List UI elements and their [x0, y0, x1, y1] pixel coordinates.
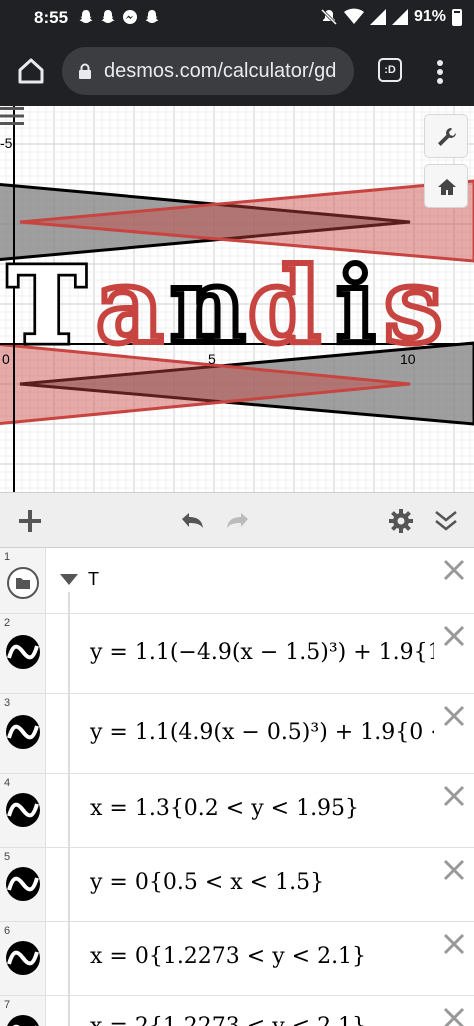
- graph-style-icon[interactable]: [5, 940, 41, 976]
- expression-math[interactable]: y = 1.1(−4.9(x − 1.5)³) + 1.9{1: [90, 640, 434, 665]
- folder-guide-line: [68, 996, 70, 1026]
- expression-number: 1: [4, 551, 11, 563]
- status-time: 8:55: [34, 8, 69, 27]
- expression-math[interactable]: x = 1.3{0.2 < y < 1.95}: [90, 796, 434, 821]
- close-icon[interactable]: [442, 624, 466, 648]
- folder-guide-line: [68, 848, 70, 922]
- plus-icon[interactable]: [16, 507, 44, 535]
- expression-toolbar: [0, 492, 474, 548]
- graph-settings-button[interactable]: [424, 114, 468, 158]
- expression-math[interactable]: x = 0{1.2273 < y < 2.1}: [90, 944, 434, 969]
- close-icon[interactable]: [442, 558, 466, 582]
- mute-icon: [320, 8, 338, 26]
- close-icon[interactable]: [442, 704, 466, 728]
- folder-guide-line: [68, 694, 70, 774]
- browser-toolbar: desmos.com/calculator/gd :D: [0, 36, 474, 106]
- tab-switcher-button[interactable]: :D: [378, 58, 402, 82]
- expression-number: 7: [4, 999, 11, 1011]
- expression-gutter[interactable]: 4: [0, 774, 46, 847]
- folder-icon[interactable]: [5, 565, 41, 601]
- lock-icon: [79, 63, 91, 79]
- expression-number: 5: [4, 851, 11, 863]
- redo-icon[interactable]: [224, 507, 252, 535]
- more-menu-icon[interactable]: [430, 58, 450, 86]
- expression-gutter[interactable]: 6: [0, 922, 46, 995]
- battery-percent: 91%: [413, 8, 446, 25]
- letter-a: a: [96, 244, 163, 367]
- letter-d: d: [248, 244, 321, 367]
- url-text[interactable]: desmos.com/calculator/gd: [104, 60, 350, 83]
- expression-gutter[interactable]: 2: [0, 614, 46, 693]
- y-tick-minus5: -5: [0, 135, 13, 151]
- tandis-lettering: T T a n d i s: [5, 241, 446, 371]
- expression-gutter[interactable]: 1: [0, 548, 46, 613]
- graph-canvas[interactable]: 0 5 10 -5 T T a n d i s: [0, 106, 474, 492]
- letter-s: s: [384, 244, 443, 367]
- letter-t-inner: T: [8, 244, 85, 367]
- graph-svg[interactable]: 0 5 10 -5 T T a n d i s: [0, 106, 474, 492]
- status-right: 91%: [320, 8, 462, 26]
- expression-folder[interactable]: 1 T: [0, 548, 474, 614]
- expression-gutter[interactable]: 7: [0, 996, 46, 1026]
- expression-number: 6: [4, 925, 11, 937]
- address-bar[interactable]: desmos.com/calculator/gd: [62, 47, 354, 95]
- wrench-icon: [438, 128, 456, 146]
- folder-guide-line: [68, 614, 70, 694]
- home-icon: [438, 179, 456, 195]
- expression-gutter[interactable]: 5: [0, 848, 46, 921]
- expression-row[interactable]: 5 y = 0{0.5 < x < 1.5}: [0, 848, 474, 922]
- close-icon[interactable]: [442, 858, 466, 882]
- folder-guide-line: [68, 922, 70, 996]
- letter-i: i: [336, 244, 376, 367]
- expression-row[interactable]: 3 y = 1.1(4.9(x − 0.5)³) + 1.9{0 <: [0, 694, 474, 774]
- expression-row[interactable]: 4 x = 1.3{0.2 < y < 1.95}: [0, 774, 474, 848]
- chevrons-down-icon[interactable]: [432, 507, 460, 535]
- folder-title[interactable]: T: [88, 569, 99, 590]
- expression-row[interactable]: 6 x = 0{1.2273 < y < 2.1}: [0, 922, 474, 996]
- close-icon[interactable]: [442, 932, 466, 956]
- graph-style-icon[interactable]: [5, 792, 41, 828]
- close-icon[interactable]: [442, 1006, 466, 1026]
- expression-math[interactable]: x = 2{1.2273 < y < 2.1}: [90, 1014, 434, 1026]
- expression-list-toggle-icon[interactable]: [0, 106, 24, 126]
- graph-style-icon[interactable]: [5, 634, 41, 670]
- signal-icon: [391, 9, 408, 25]
- zoom-default-button[interactable]: [424, 164, 468, 208]
- snapchat-icon: [100, 9, 116, 25]
- expression-number: 2: [4, 617, 11, 629]
- snapchat-icon: [144, 9, 160, 25]
- expression-list: 1 T 2 y = 1.1(−4.9(x − 1.5)³) + 1.9{1 3 …: [0, 548, 474, 1026]
- expression-math[interactable]: y = 1.1(4.9(x − 0.5)³) + 1.9{0 <: [90, 720, 434, 745]
- folder-guide-line: [68, 592, 70, 614]
- collapse-triangle-icon[interactable]: [60, 574, 78, 586]
- letter-n: n: [170, 244, 246, 367]
- graph-style-icon[interactable]: [5, 866, 41, 902]
- status-bar: 8:55 91%: [0, 0, 474, 36]
- expression-gutter[interactable]: 3: [0, 694, 46, 773]
- graph-style-icon[interactable]: [5, 714, 41, 750]
- wifi-icon: [343, 8, 364, 24]
- expression-number: 3: [4, 697, 11, 709]
- snapchat-icon: [78, 9, 94, 25]
- folder-guide-line: [68, 774, 70, 848]
- home-icon[interactable]: [16, 56, 46, 86]
- signal-icon: [369, 9, 386, 25]
- expression-math[interactable]: y = 0{0.5 < x < 1.5}: [90, 870, 434, 895]
- battery-icon: [452, 8, 462, 26]
- messenger-icon: [122, 9, 138, 25]
- expression-row[interactable]: 2 y = 1.1(−4.9(x − 1.5)³) + 1.9{1: [0, 614, 474, 694]
- gear-icon[interactable]: [387, 507, 415, 535]
- close-icon[interactable]: [442, 784, 466, 808]
- expression-number: 4: [4, 777, 11, 789]
- notification-icons: [78, 9, 160, 25]
- graph-style-icon[interactable]: [5, 1014, 41, 1026]
- undo-icon[interactable]: [178, 507, 206, 535]
- expression-row[interactable]: 7 x = 2{1.2273 < y < 2.1}: [0, 996, 474, 1026]
